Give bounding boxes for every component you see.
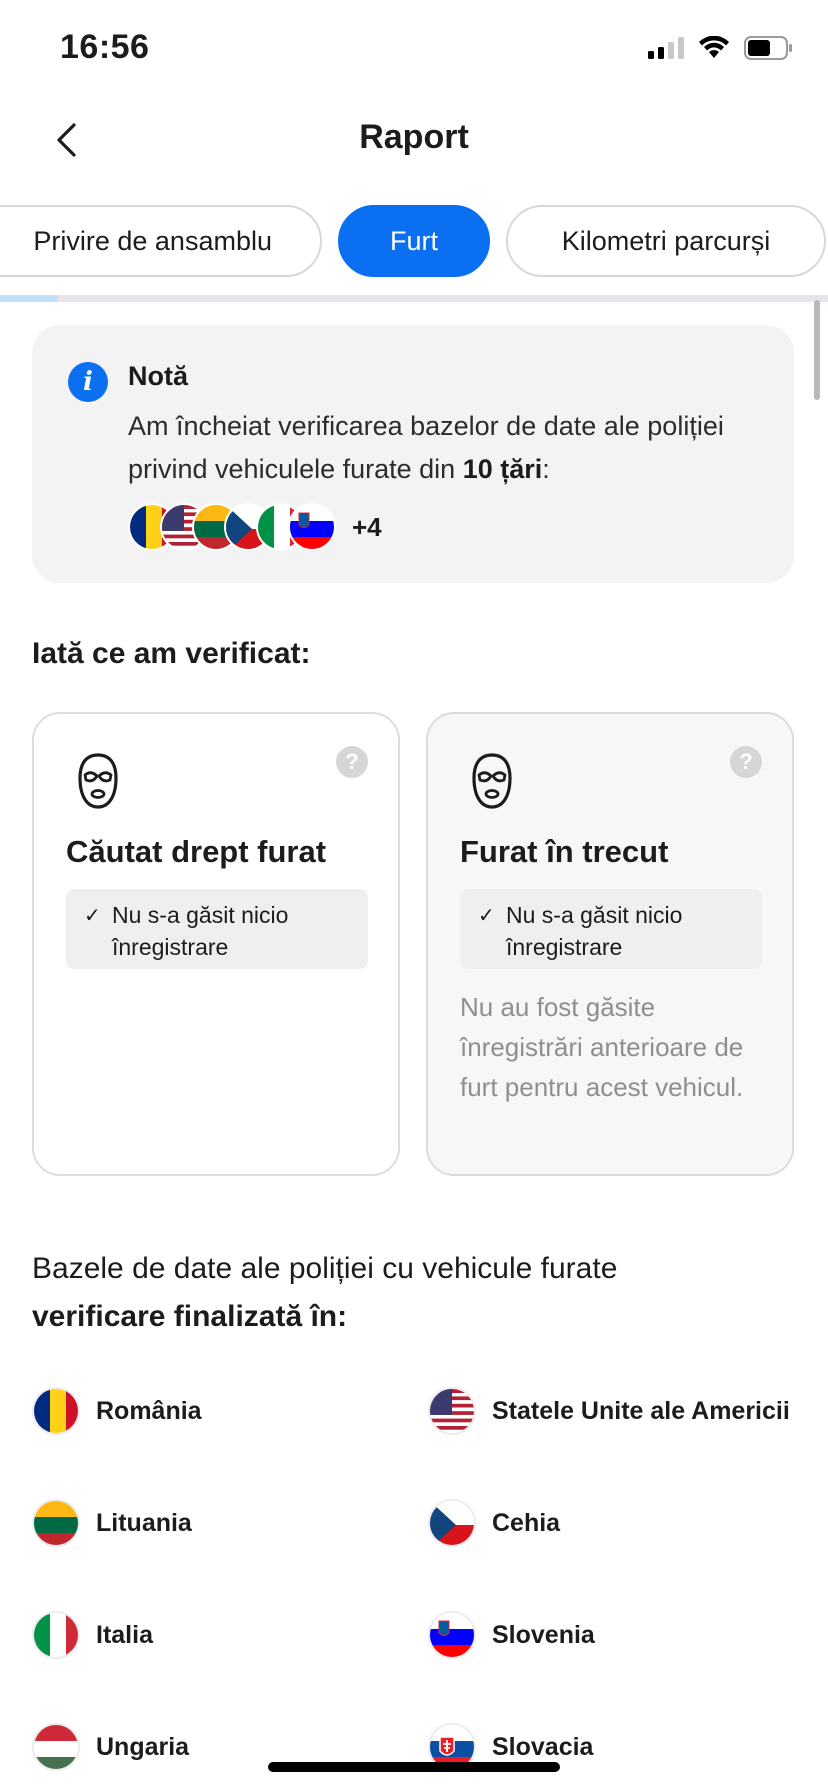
country-item: Statele Unite ale Americii <box>428 1385 790 1437</box>
help-icon[interactable]: ? <box>730 746 762 778</box>
scrollbar[interactable] <box>814 300 820 400</box>
flag-slovenia-icon <box>428 1611 476 1659</box>
result-text: Nu s-a găsit nicio înregistrare <box>112 902 289 960</box>
country-name: Lituania <box>96 1508 192 1537</box>
note-text-part2: : <box>542 454 550 484</box>
country-name: Statele Unite ale Americii <box>492 1396 790 1425</box>
country-item: România <box>32 1385 202 1437</box>
flag-hungary-icon <box>32 1723 80 1771</box>
page-title: Raport <box>359 118 469 156</box>
cellular-signal-icon <box>648 37 684 59</box>
country-item: Slovenia <box>428 1609 595 1661</box>
flag-czechia-icon <box>428 1499 476 1547</box>
scroll-progress-track <box>0 295 828 302</box>
flag-more-count: +4 <box>352 511 382 542</box>
country-item: Italia <box>32 1609 153 1661</box>
status-icons <box>648 36 794 60</box>
status-bar: 16:56 <box>0 0 828 100</box>
country-name: Italia <box>96 1620 153 1649</box>
checked-section-title: Iată ce am verificat: <box>32 637 311 670</box>
wifi-icon <box>699 36 729 58</box>
help-icon[interactable]: ? <box>336 746 368 778</box>
battery-icon <box>744 36 792 60</box>
balaclava-icon <box>78 753 118 809</box>
databases-title-regular: Bazele de date ale poliției cu vehicule … <box>32 1252 618 1285</box>
card-description: Nu au fost găsite înregistrări anterioar… <box>460 992 744 1102</box>
country-name: Slovenia <box>492 1620 595 1649</box>
country-name: Ungaria <box>96 1732 190 1761</box>
result-box: ✓ Nu s-a găsit nicio înregistrare <box>66 889 368 969</box>
country-item: Cehia <box>428 1497 560 1549</box>
balaclava-icon <box>472 753 512 809</box>
country-name: România <box>96 1396 202 1425</box>
check-card-stolen-past[interactable]: ? Furat în trecut ✓ Nu s-a găsit nicio î… <box>426 712 794 1176</box>
country-name: Cehia <box>492 1508 561 1537</box>
note-title: Notă <box>128 361 188 391</box>
card-title: Furat în trecut <box>460 834 669 869</box>
tab-mileage[interactable]: Kilometri parcurși <box>506 205 826 277</box>
flag-romania-icon <box>32 1387 80 1435</box>
checkmark-icon: ✓ <box>478 905 495 927</box>
databases-title-bold: verificare finalizată în: <box>32 1300 348 1333</box>
country-name: Slovacia <box>492 1732 594 1761</box>
scroll-progress-fill <box>0 295 58 302</box>
country-item: Ungaria <box>32 1721 189 1773</box>
country-item: Lituania <box>32 1497 192 1549</box>
note-text-bold: 10 țări <box>462 454 543 484</box>
note-card: i Notă Am încheiat verificarea bazelor d… <box>32 325 794 583</box>
info-icon: i <box>68 362 108 402</box>
checkmark-icon: ✓ <box>84 905 101 927</box>
tab-overview[interactable]: Privire de ansamblu <box>0 205 322 277</box>
flag-stack: +4 <box>128 503 382 551</box>
card-title: Căutat drept furat <box>66 834 327 869</box>
flag-lithuania-icon <box>32 1499 80 1547</box>
note-text: Am încheiat verificarea bazelor de date … <box>128 405 768 491</box>
flag-slovenia-icon <box>288 503 336 551</box>
flag-italy-icon <box>32 1611 80 1659</box>
tab-bar: Privire de ansamblu Furt Kilometri parcu… <box>0 205 826 277</box>
nav-bar: Raport <box>0 100 828 180</box>
tab-theft[interactable]: Furt <box>338 205 490 277</box>
result-text: Nu s-a găsit nicio înregistrare <box>506 902 683 960</box>
check-card-wanted-stolen[interactable]: ? Căutat drept furat ✓ Nu s-a găsit nici… <box>32 712 400 1176</box>
status-time: 16:56 <box>60 28 150 66</box>
note-text-part1: Am încheiat verificarea bazelor de date … <box>128 411 724 484</box>
home-indicator[interactable] <box>268 1762 560 1772</box>
flag-usa-icon <box>428 1387 476 1435</box>
result-box: ✓ Nu s-a găsit nicio înregistrare <box>460 889 762 969</box>
databases-title: Bazele de date ale poliției cu vehicule … <box>32 1245 792 1341</box>
